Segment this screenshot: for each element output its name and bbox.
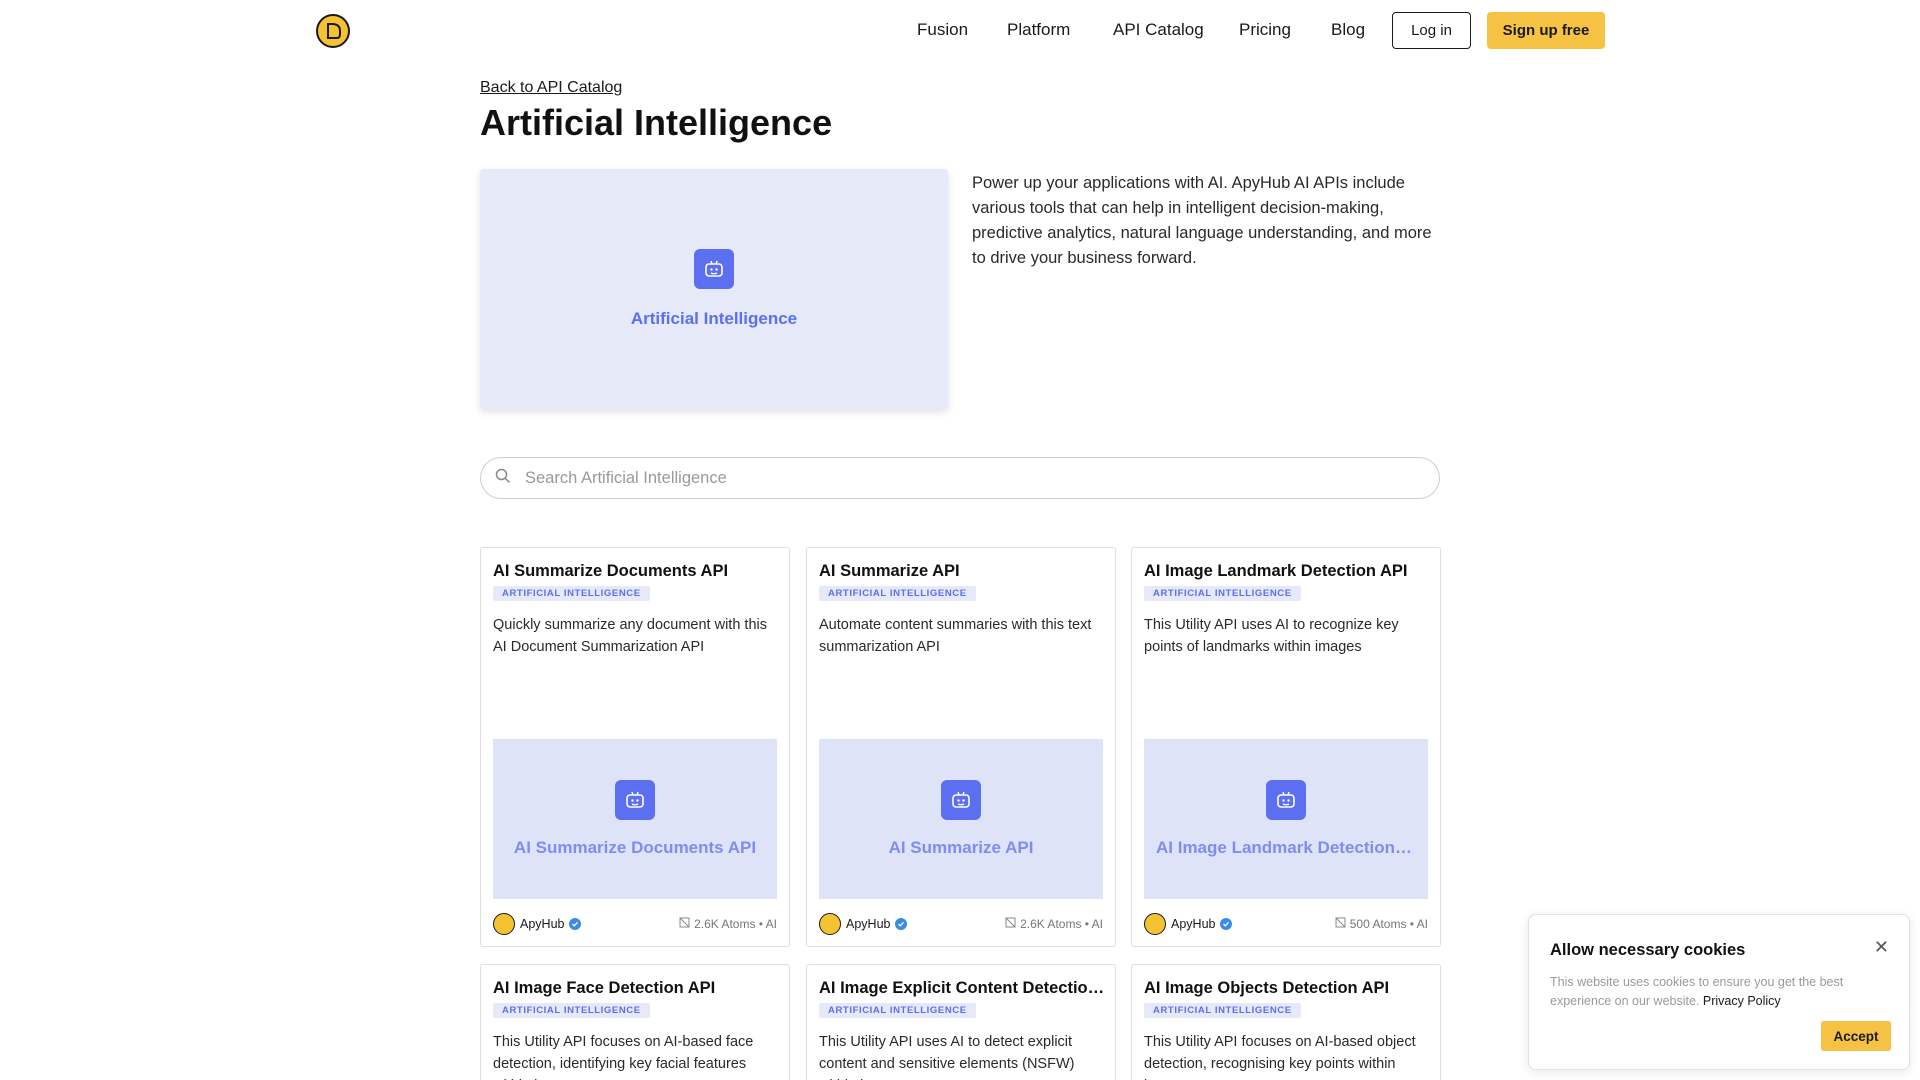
atoms-count: 2.6K Atoms • AI [694, 917, 777, 931]
avatar [1144, 913, 1166, 935]
card-description: This Utility API focuses on AI-based fac… [493, 1034, 754, 1080]
signup-button[interactable]: Sign up free [1487, 12, 1605, 49]
author[interactable]: ApyHub [493, 913, 582, 935]
cookie-title: Allow necessary cookies [1550, 941, 1746, 959]
card-title[interactable]: AI Image Objects Detection API [1144, 979, 1434, 998]
atom-icon [1335, 917, 1346, 931]
card-meta: 500 Atoms • AI [1335, 917, 1428, 931]
card-meta: 2.6K Atoms • AI [1005, 917, 1103, 931]
category-description: Power up your applications with AI. ApyH… [972, 174, 1432, 267]
nav-pricing[interactable]: Pricing [1239, 20, 1291, 40]
accept-cookies-button[interactable]: Accept [1821, 1021, 1891, 1051]
nav-fusion[interactable]: Fusion [917, 20, 968, 40]
cookie-banner: Allow necessary cookies ✕ This website u… [1528, 914, 1910, 1070]
card-thumbnail[interactable]: AI Summarize Documents API [493, 739, 777, 899]
card-description: This Utility API uses AI to recognize ke… [1144, 617, 1399, 655]
privacy-policy-link[interactable]: Privacy Policy [1703, 994, 1781, 1008]
hero-label: Artificial Intelligence [630, 309, 798, 328]
atom-icon [679, 917, 690, 931]
apyhub-logo-icon[interactable] [316, 14, 350, 48]
cookie-message: This website uses cookies to ensure you … [1550, 975, 1844, 1008]
category-badge: ARTIFICIAL INTELLIGENCE [493, 586, 650, 601]
thumbnail-label: AI Summarize Documents API [513, 838, 757, 857]
card-meta: 2.6K Atoms • AI [679, 917, 777, 931]
login-button[interactable]: Log in [1392, 12, 1471, 49]
robot-icon [1266, 780, 1306, 820]
category-badge: ARTIFICIAL INTELLIGENCE [819, 586, 976, 601]
api-card[interactable]: AI Image Objects Detection API ARTIFICIA… [1131, 964, 1441, 1080]
nav-platform[interactable]: Platform [1007, 20, 1070, 40]
atoms-count: 500 Atoms • AI [1349, 917, 1428, 931]
robot-icon [694, 249, 734, 289]
search-bar[interactable] [480, 457, 1440, 499]
category-badge: ARTIFICIAL INTELLIGENCE [1144, 1003, 1301, 1018]
api-card[interactable]: AI Image Face Detection API ARTIFICIAL I… [480, 964, 790, 1080]
atom-icon [1005, 917, 1016, 931]
author[interactable]: ApyHub [819, 913, 908, 935]
card-title[interactable]: AI Image Explicit Content Detection API [819, 979, 1109, 998]
card-thumbnail[interactable]: AI Summarize API [819, 739, 1103, 899]
card-description: This Utility API focuses on AI-based obj… [1144, 1034, 1416, 1080]
category-badge: ARTIFICIAL INTELLIGENCE [493, 1003, 650, 1018]
card-footer: ApyHub 2.6K Atoms • AI [819, 913, 1103, 935]
api-card[interactable]: AI Image Explicit Content Detection API … [806, 964, 1116, 1080]
card-title[interactable]: AI Image Landmark Detection API [1144, 562, 1434, 581]
nav-api-catalog[interactable]: API Catalog [1113, 20, 1204, 40]
close-icon[interactable]: ✕ [1874, 937, 1889, 958]
robot-icon [615, 780, 655, 820]
api-card[interactable]: AI Summarize Documents API ARTIFICIAL IN… [480, 547, 790, 947]
page-title: Artificial Intelligence [480, 102, 833, 143]
card-description: This Utility API uses AI to detect expli… [819, 1034, 1075, 1080]
author-name: ApyHub [1171, 917, 1216, 931]
verified-icon [569, 918, 582, 930]
atoms-count: 2.6K Atoms • AI [1020, 917, 1103, 931]
card-title[interactable]: AI Image Face Detection API [493, 979, 783, 998]
site-header: Fusion Platform API Catalog Pricing Blog… [0, 0, 1920, 60]
card-footer: ApyHub 500 Atoms • AI [1144, 913, 1428, 935]
author[interactable]: ApyHub [1144, 913, 1233, 935]
author-name: ApyHub [846, 917, 891, 931]
search-icon [495, 468, 511, 489]
cookie-text: This website uses cookies to ensure you … [1550, 973, 1870, 1011]
card-title[interactable]: AI Summarize API [819, 562, 1109, 581]
card-title[interactable]: AI Summarize Documents API [493, 562, 783, 581]
thumbnail-label: AI Image Landmark Detection API [1156, 838, 1416, 857]
card-footer: ApyHub 2.6K Atoms • AI [493, 913, 777, 935]
robot-icon [941, 780, 981, 820]
verified-icon [895, 918, 908, 930]
category-badge: ARTIFICIAL INTELLIGENCE [819, 1003, 976, 1018]
card-thumbnail[interactable]: AI Image Landmark Detection API [1144, 739, 1428, 899]
nav-blog[interactable]: Blog [1331, 20, 1365, 40]
search-input[interactable] [525, 468, 1405, 488]
card-description: Automate content summaries with this tex… [819, 617, 1092, 655]
card-description: Quickly summarize any document with this… [493, 617, 767, 655]
api-card[interactable]: AI Summarize API ARTIFICIAL INTELLIGENCE… [806, 547, 1116, 947]
back-to-catalog-link[interactable]: Back to API Catalog [480, 79, 622, 97]
category-badge: ARTIFICIAL INTELLIGENCE [1144, 586, 1301, 601]
thumbnail-label: AI Summarize API [888, 838, 1034, 857]
avatar [819, 913, 841, 935]
avatar [493, 913, 515, 935]
author-name: ApyHub [520, 917, 565, 931]
api-card[interactable]: AI Image Landmark Detection API ARTIFICI… [1131, 547, 1441, 947]
verified-icon [1220, 918, 1233, 930]
category-hero-card: Artificial Intelligence [480, 169, 948, 409]
